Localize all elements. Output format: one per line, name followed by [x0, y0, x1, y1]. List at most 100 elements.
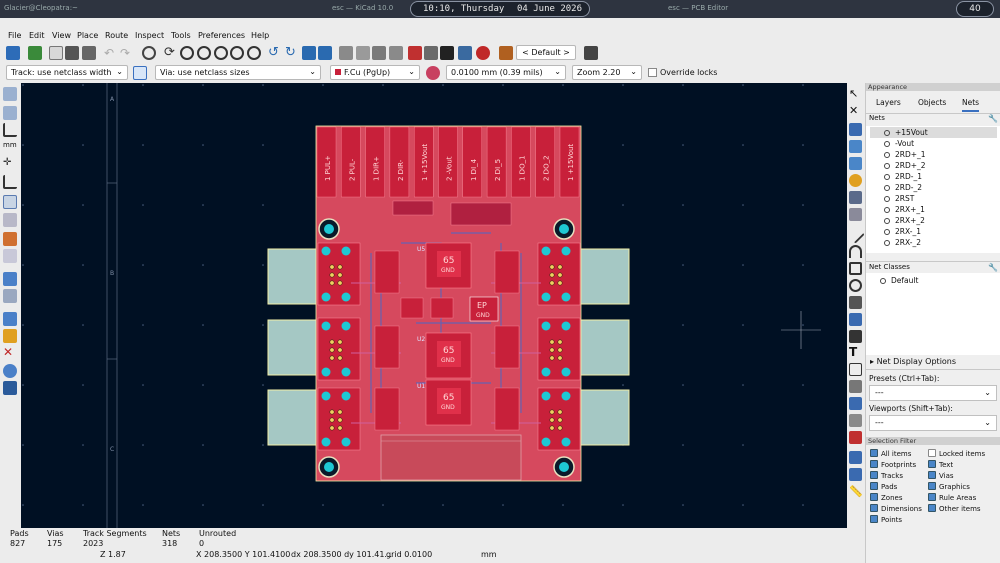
pad-fill-icon[interactable] [3, 272, 17, 286]
mirror-v-icon[interactable] [302, 46, 316, 60]
net-row[interactable]: -Vout [870, 138, 997, 149]
tab-layers[interactable]: Layers [876, 98, 901, 107]
menu-view[interactable]: View [52, 31, 71, 40]
zoom-selection-icon[interactable] [247, 46, 261, 60]
wrench-icon[interactable]: 🔧 [988, 114, 998, 123]
rotate-cw-icon[interactable]: ↻ [285, 46, 299, 60]
via-fill-icon[interactable] [3, 289, 17, 303]
rule-area-icon[interactable] [849, 208, 862, 221]
update-pcb-icon[interactable] [440, 46, 454, 60]
redo-icon[interactable]: ↷ [120, 46, 134, 60]
net-color-swatch[interactable] [884, 174, 890, 180]
checkbox-icon[interactable] [928, 482, 936, 490]
net-color-swatch[interactable] [884, 196, 890, 202]
route-track-icon[interactable] [849, 140, 862, 153]
dimension-icon[interactable] [849, 397, 862, 410]
menu-edit[interactable]: Edit [29, 31, 45, 40]
lock-icon[interactable] [372, 46, 386, 60]
net-color-swatch[interactable] [884, 207, 890, 213]
route-diff-pair-icon[interactable] [849, 157, 862, 170]
net-color-swatch[interactable] [884, 218, 890, 224]
grid-icon[interactable] [3, 87, 17, 101]
checkbox-icon[interactable] [928, 493, 936, 501]
local-grid-icon[interactable] [3, 106, 17, 120]
filter-checkbox[interactable]: Points [870, 515, 902, 525]
place-footprint-icon[interactable] [849, 123, 862, 136]
grid-origin-icon[interactable] [849, 451, 862, 464]
zoom-select[interactable]: Zoom 2.20 ⌄ [572, 65, 642, 80]
net-color-swatch[interactable] [880, 278, 886, 284]
net-row[interactable]: 2RX+_2 [870, 215, 997, 226]
net-row[interactable]: +15Vout [870, 127, 997, 138]
find-icon[interactable] [142, 46, 156, 60]
add-textbox-icon[interactable] [849, 363, 862, 376]
workspace-indicator[interactable]: 40 [956, 1, 994, 17]
net-color-swatch[interactable] [884, 240, 890, 246]
net-class-default[interactable]: Default [870, 275, 997, 286]
page-settings-icon[interactable] [49, 46, 63, 60]
checkbox-icon[interactable] [870, 471, 878, 479]
zoom-in-icon[interactable] [180, 46, 194, 60]
checkbox-icon[interactable] [928, 504, 936, 512]
presets-select[interactable]: --- ⌄ [869, 385, 997, 401]
checkbox-icon[interactable] [928, 471, 936, 479]
net-row[interactable]: 2RD+_1 [870, 149, 997, 160]
filter-checkbox[interactable]: Pads [870, 482, 897, 492]
select-icon[interactable]: ↖ [849, 87, 862, 100]
zoom-objects-icon[interactable] [230, 46, 244, 60]
override-locks-checkbox[interactable] [648, 68, 657, 77]
checkbox-icon[interactable] [870, 460, 878, 468]
draw-line-icon[interactable] [846, 225, 865, 244]
zoom-fit-icon[interactable] [214, 46, 228, 60]
viewports-select[interactable]: --- ⌄ [869, 415, 997, 431]
high-contrast-icon[interactable] [3, 329, 17, 343]
add-via-icon[interactable] [849, 174, 862, 187]
checkbox-icon[interactable] [870, 482, 878, 490]
add-table-icon[interactable] [849, 380, 862, 393]
menu-inspect[interactable]: Inspect [135, 31, 164, 40]
net-row[interactable]: 2RX-_1 [870, 226, 997, 237]
menu-place[interactable]: Place [77, 31, 98, 40]
auto-track-width-icon[interactable] [133, 66, 147, 80]
undo-icon[interactable]: ↶ [104, 46, 118, 60]
filter-checkbox[interactable]: Other items [928, 504, 981, 514]
net-display-options[interactable]: ▸ Net Display Options [870, 357, 956, 366]
board-setup-icon[interactable] [28, 46, 42, 60]
via-size-select[interactable]: Via: use netclass sizes ⌄ [155, 65, 321, 80]
ungroup-icon[interactable] [356, 46, 370, 60]
filter-checkbox[interactable]: Rule Areas [928, 493, 976, 503]
track-fill-icon[interactable] [3, 312, 17, 326]
add-text-icon[interactable]: T [849, 346, 862, 359]
barcode-icon[interactable] [849, 414, 862, 427]
clock-widget[interactable]: 10:10, Thursday 04 June 2026 [410, 1, 590, 17]
net-row[interactable]: 2RD+_2 [870, 160, 997, 171]
checkbox-icon[interactable] [870, 449, 878, 457]
unlock-icon[interactable] [389, 46, 403, 60]
filter-checkbox[interactable]: Text [928, 460, 953, 470]
menu-tools[interactable]: Tools [171, 31, 191, 40]
net-color-swatch[interactable] [884, 141, 890, 147]
save-icon[interactable] [6, 46, 20, 60]
drc-icon[interactable] [476, 46, 490, 60]
wrench-icon[interactable]: 🔧 [988, 263, 998, 272]
draw-polygon-icon[interactable] [849, 296, 862, 309]
mirror-h-icon[interactable] [318, 46, 332, 60]
net-color-swatch[interactable] [884, 185, 890, 191]
draw-bezier-icon[interactable] [849, 313, 862, 326]
checkbox-icon[interactable] [870, 493, 878, 501]
drill-origin-icon[interactable] [849, 468, 862, 481]
print-icon[interactable] [65, 46, 79, 60]
add-zone-icon[interactable] [849, 191, 862, 204]
nets-list[interactable]: +15Vout -Vout 2RD+_1 2RD+_2 2RD-_1 2RD-_2 2RST… [866, 126, 1000, 253]
draw-rect-icon[interactable] [849, 262, 862, 275]
show-zones-icon[interactable] [3, 232, 17, 246]
layer-pair-icon[interactable] [499, 46, 513, 60]
checkbox-icon[interactable] [928, 460, 936, 468]
filter-checkbox[interactable]: Dimensions [870, 504, 922, 514]
cursor-icon[interactable]: ✛ [3, 156, 17, 170]
net-highlight-icon[interactable]: ✕ [3, 345, 17, 359]
add-image-icon[interactable] [849, 330, 862, 343]
delete-icon[interactable] [849, 431, 862, 444]
filter-checkbox[interactable]: Footprints [870, 460, 916, 470]
net-color-swatch[interactable] [884, 152, 890, 158]
